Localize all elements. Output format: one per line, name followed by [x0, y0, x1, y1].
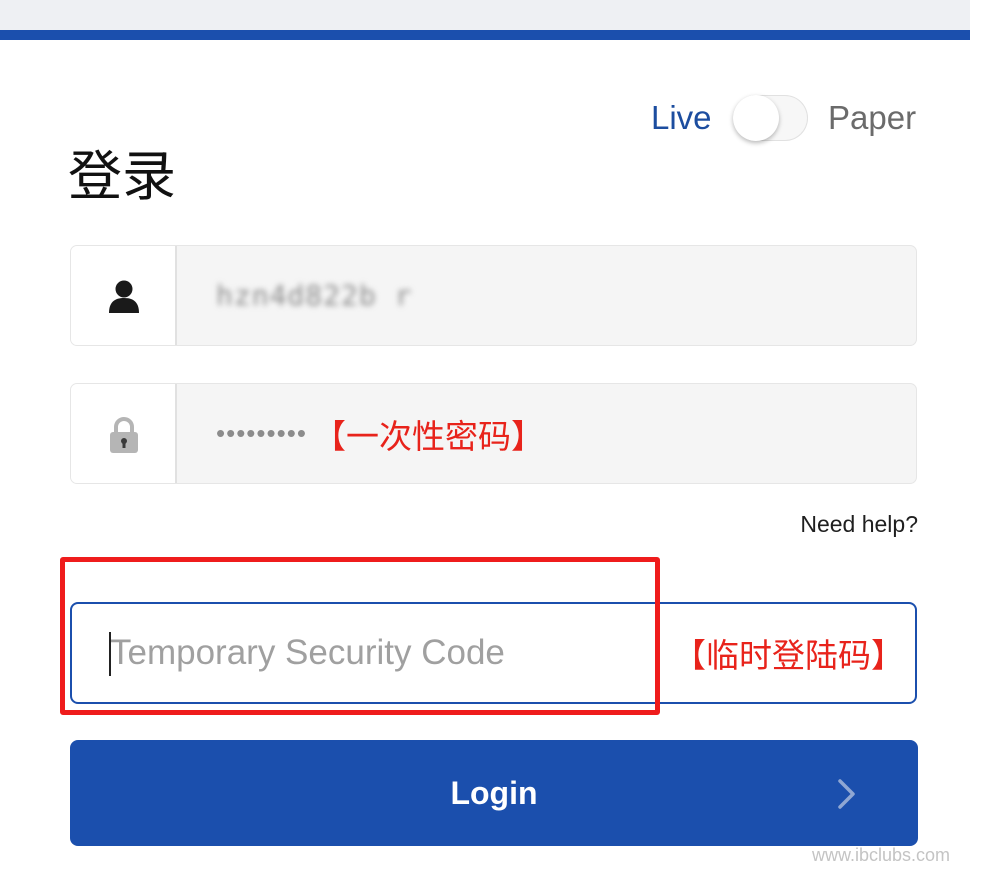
username-value-wrap[interactable]: hzn4d822b r	[216, 246, 412, 345]
text-caret	[109, 632, 111, 676]
watermark: www.ibclubs.com	[812, 845, 951, 865]
security-code-input[interactable]	[110, 604, 670, 702]
password-field[interactable]: ••••••••• 【一次性密码】	[70, 383, 917, 484]
chevron-right-icon	[838, 779, 855, 809]
live-paper-toggle[interactable]	[733, 95, 808, 141]
password-masked-value[interactable]: •••••••••	[216, 418, 307, 449]
mode-live-label[interactable]: Live	[651, 98, 712, 138]
lock-icon	[110, 417, 138, 453]
login-button[interactable]: Login	[70, 740, 918, 846]
security-code-annotation-wrap: 【临时登陆码】	[673, 604, 904, 702]
mode-paper-label[interactable]: Paper	[828, 98, 916, 138]
page-title: 登录	[68, 145, 176, 208]
need-help-link[interactable]: Need help?	[800, 510, 918, 538]
username-addon	[71, 246, 177, 345]
security-code-annotation: 【临时登陆码】	[673, 636, 904, 675]
password-value-wrap[interactable]: ••••••••• 【一次性密码】	[216, 384, 544, 483]
user-icon	[109, 280, 139, 313]
top-accent-line	[0, 30, 970, 40]
username-field[interactable]: hzn4d822b r	[70, 245, 917, 346]
username-value[interactable]: hzn4d822b r	[216, 279, 412, 312]
login-label: Login	[450, 774, 538, 811]
toggle-knob[interactable]	[733, 95, 779, 141]
password-annotation: 【一次性密码】	[312, 416, 544, 456]
password-addon	[71, 384, 177, 483]
top-bar	[0, 0, 970, 30]
security-code-field[interactable]: 【临时登陆码】	[70, 602, 917, 704]
